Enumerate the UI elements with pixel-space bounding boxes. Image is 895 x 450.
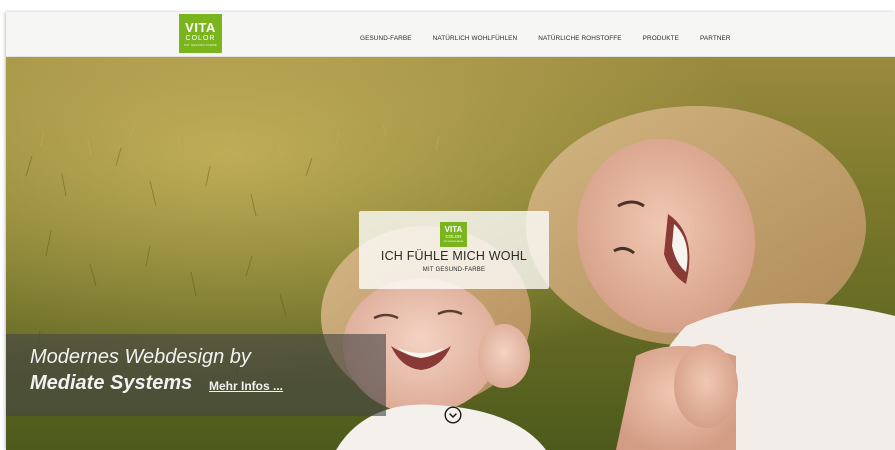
hero-card: VITA COLOR MIT GESUND-FARBE ICH FÜHLE MI… bbox=[359, 211, 549, 289]
logo-text-vita: VITA bbox=[185, 19, 216, 35]
logo-text-color: COLOR bbox=[185, 34, 216, 42]
webdesign-promo: Modernes Webdesign by Mediate Systems Me… bbox=[6, 334, 386, 416]
main-nav: GESUND-FARBE NATÜRLICH WOHLFÜHLEN NATÜRL… bbox=[360, 35, 752, 42]
hero-banner: VITA COLOR MIT GESUND-FARBE ICH FÜHLE MI… bbox=[6, 56, 895, 450]
chevron-down-circle-icon[interactable] bbox=[444, 406, 462, 424]
nav-gesund-farbe[interactable]: GESUND-FARBE bbox=[360, 35, 412, 42]
logo-tagline: MIT GESUND-FARBE bbox=[184, 42, 217, 47]
promo-more-info-link[interactable]: Mehr Infos ... bbox=[209, 379, 283, 393]
nav-natuerliche-rohstoffe[interactable]: NATÜRLICHE ROHSTOFFE bbox=[538, 35, 621, 42]
promo-line2: Mediate Systems bbox=[30, 372, 193, 394]
promo-line1: Modernes Webdesign by bbox=[30, 346, 251, 368]
browser-viewport: VITA COLOR MIT GESUND-FARBE GESUND-FARBE… bbox=[6, 12, 895, 450]
site-header: VITA COLOR MIT GESUND-FARBE GESUND-FARBE… bbox=[6, 12, 895, 57]
nav-partner[interactable]: PARTNER bbox=[700, 35, 731, 42]
card-logo-vita: VITA bbox=[444, 225, 463, 235]
card-logo-tagline: MIT GESUND-FARBE bbox=[443, 240, 464, 243]
site-logo[interactable]: VITA COLOR MIT GESUND-FARBE bbox=[179, 14, 222, 53]
hero-title: ICH FÜHLE MICH WOHL bbox=[380, 249, 528, 263]
nav-produkte[interactable]: PRODUKTE bbox=[643, 35, 679, 42]
nav-natuerlich-wohlfuehlen[interactable]: NATÜRLICH WOHLFÜHLEN bbox=[433, 35, 518, 42]
hero-subtitle: MIT GESUND-FARBE bbox=[422, 267, 486, 273]
card-logo-color: COLOR bbox=[445, 234, 462, 240]
card-logo: VITA COLOR MIT GESUND-FARBE bbox=[440, 222, 467, 247]
